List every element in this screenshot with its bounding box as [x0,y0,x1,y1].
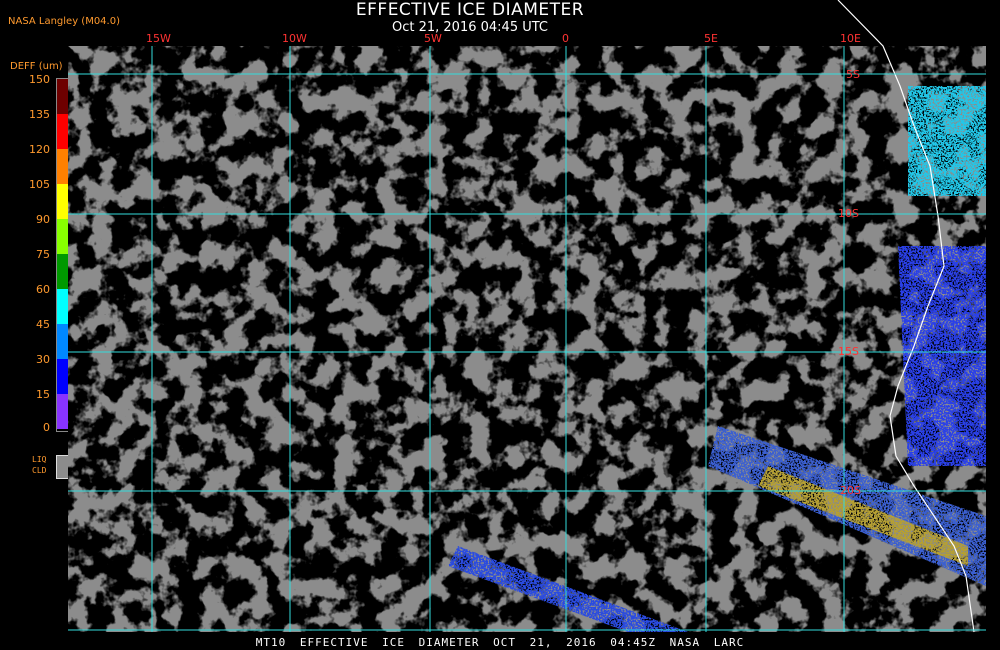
liquid-cloud-label: LIQ CLD [32,454,46,476]
lon-label-5e: 5E [704,32,718,45]
legend-tick-150: 150 [29,73,50,86]
lat-label-5s: 5S [846,68,860,81]
legend-tick-135: 135 [29,108,50,121]
liquid-cloud-label-line1: LIQ [32,455,47,464]
lat-label-20s: 20S [840,484,861,497]
map-timestamp: Oct 21, 2016 04:45 UTC [392,20,548,35]
legend-tick-120: 120 [29,143,50,156]
legend-tick-0: 0 [43,421,50,434]
lon-label-10w: 10W [282,32,307,45]
lon-label-10e: 10E [840,32,861,45]
satellite-map: 15W 10W 5W 0 5E 10E 5S 10S 15S 20S [68,0,986,633]
lat-label-15s: 15S [838,345,859,358]
map-title: EFFECTIVE ICE DIAMETER [355,0,585,20]
legend-tick-45: 45 [36,318,50,331]
legend-tick-90: 90 [36,213,50,226]
liquid-cloud-label-line2: CLD [32,466,47,475]
legend-tick-75: 75 [36,248,50,261]
lon-label-15w: 15W [146,32,171,45]
lat-label-10s: 10S [838,207,859,220]
lon-label-5w: 5W [424,32,442,45]
legend-tick-30: 30 [36,353,50,366]
clear-sky-regions [68,46,986,632]
footer-caption: MT10 EFFECTIVE ICE DIAMETER OCT 21, 2016… [255,636,745,649]
lon-label-0: 0 [562,32,569,45]
legend-tick-105: 105 [29,178,50,191]
legend-tick-60: 60 [36,283,50,296]
legend-tick-15: 15 [36,388,50,401]
legend-title: DEFF (um) [10,61,63,72]
data-source-label: NASA Langley (M04.0) [8,16,120,27]
